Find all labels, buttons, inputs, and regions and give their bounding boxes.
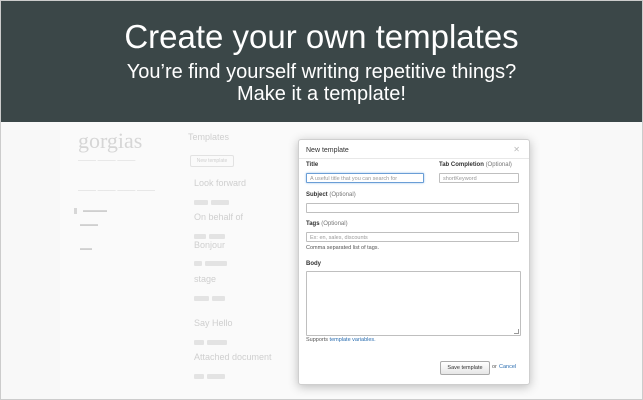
template-item[interactable]: Look forward	[194, 178, 246, 188]
dialog-title: New template	[306, 147, 349, 154]
tags-input[interactable]: Ex: en, sales, discounts	[306, 232, 519, 242]
body-label: Body	[306, 261, 321, 267]
subject-input[interactable]	[306, 203, 519, 213]
template-tags	[194, 192, 232, 205]
save-template-button[interactable]: Save template	[440, 361, 490, 375]
close-icon[interactable]: ✕	[513, 145, 520, 154]
banner-subline-1: You’re find yourself writing repetitive …	[126, 61, 517, 83]
cancel-link[interactable]: Cancel	[499, 364, 516, 370]
sidebar-item-settings[interactable]: ▬▬▬	[74, 222, 98, 228]
template-tags	[194, 332, 230, 345]
body-textarea[interactable]	[306, 271, 521, 336]
logo-subtext: ——— ——— ———	[78, 158, 136, 164]
promo-banner: Create your own templates You’re find yo…	[0, 0, 643, 122]
new-template-dialog: New template ✕ Title A useful title that…	[298, 139, 530, 385]
banner-headline: Create your own templates	[124, 18, 519, 55]
title-label: Title	[306, 162, 319, 168]
template-tags	[194, 253, 230, 266]
resize-handle-icon[interactable]	[514, 329, 519, 334]
template-item[interactable]: Attached document	[194, 352, 272, 362]
template-tags	[194, 288, 228, 301]
template-item[interactable]: Bonjour	[194, 240, 225, 250]
sidebar-item-templates[interactable]: ▬▬▬▬	[74, 208, 107, 214]
dialog-divider	[299, 158, 529, 159]
template-item[interactable]: On behalf of	[194, 212, 243, 222]
templates-header: Templates	[188, 132, 230, 142]
subject-label: Subject (Optional)	[306, 192, 356, 198]
template-item[interactable]: stage	[194, 274, 216, 284]
banner-subline-2: Make it a template!	[237, 83, 406, 105]
sidebar-item-other[interactable]: ▬▬	[74, 246, 92, 252]
sidebar-hint: ——— ——— ——— ———	[78, 188, 156, 194]
tags-help-text: Comma separated list of tags.	[306, 245, 380, 251]
template-item[interactable]: Say Hello	[194, 318, 233, 328]
new-template-button[interactable]: New template	[190, 155, 234, 167]
or-text: or	[492, 364, 497, 370]
tab-completion-input[interactable]: shortKeyword	[439, 173, 519, 183]
template-tags	[194, 366, 228, 379]
template-tags	[194, 226, 228, 239]
tab-completion-label: Tab Completion (Optional)	[439, 162, 512, 168]
supports-text: Supports template variables.	[306, 337, 376, 343]
template-variables-link[interactable]: template variables.	[330, 337, 376, 343]
tags-label: Tags (Optional)	[306, 221, 348, 227]
title-input[interactable]: A useful title that you can search for	[306, 173, 424, 183]
app-logo: gorgias	[78, 128, 143, 153]
